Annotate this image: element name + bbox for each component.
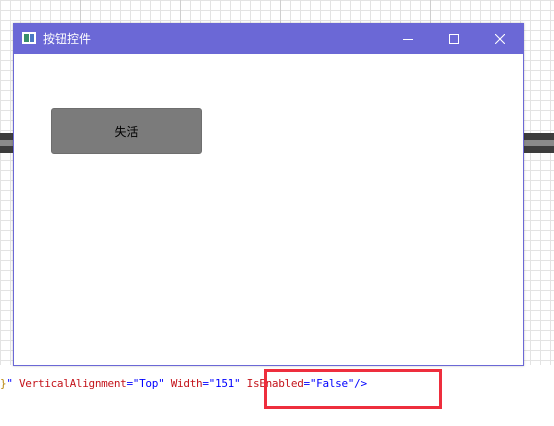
code-value-151: ="151" (202, 377, 241, 390)
annotation-highlight-box (264, 369, 442, 409)
code-value-top: ="Top" (126, 377, 165, 390)
app-icon-left-pane (24, 34, 29, 42)
close-icon (495, 34, 505, 44)
code-attr-vertical-alignment: VerticalAlignment (18, 377, 127, 390)
maximize-button[interactable] (431, 24, 477, 54)
code-attr-width: Width (170, 377, 203, 390)
window-client-area: 失活 (14, 54, 523, 365)
designer-screenshot: 按钮控件 失活 }" VerticalAlignment="Top" Width… (0, 0, 554, 426)
window-title: 按钮控件 (43, 32, 92, 46)
disabled-button: 失活 (51, 108, 202, 154)
minimize-icon (403, 39, 413, 40)
maximize-icon (449, 34, 459, 44)
minimize-button[interactable] (385, 24, 431, 54)
app-window-icon (22, 32, 36, 44)
close-button[interactable] (477, 24, 523, 54)
app-window[interactable]: 按钮控件 失活 (13, 23, 524, 366)
title-bar[interactable]: 按钮控件 (14, 24, 523, 54)
code-quote: " (6, 377, 13, 390)
app-icon-right-pane (30, 34, 34, 42)
